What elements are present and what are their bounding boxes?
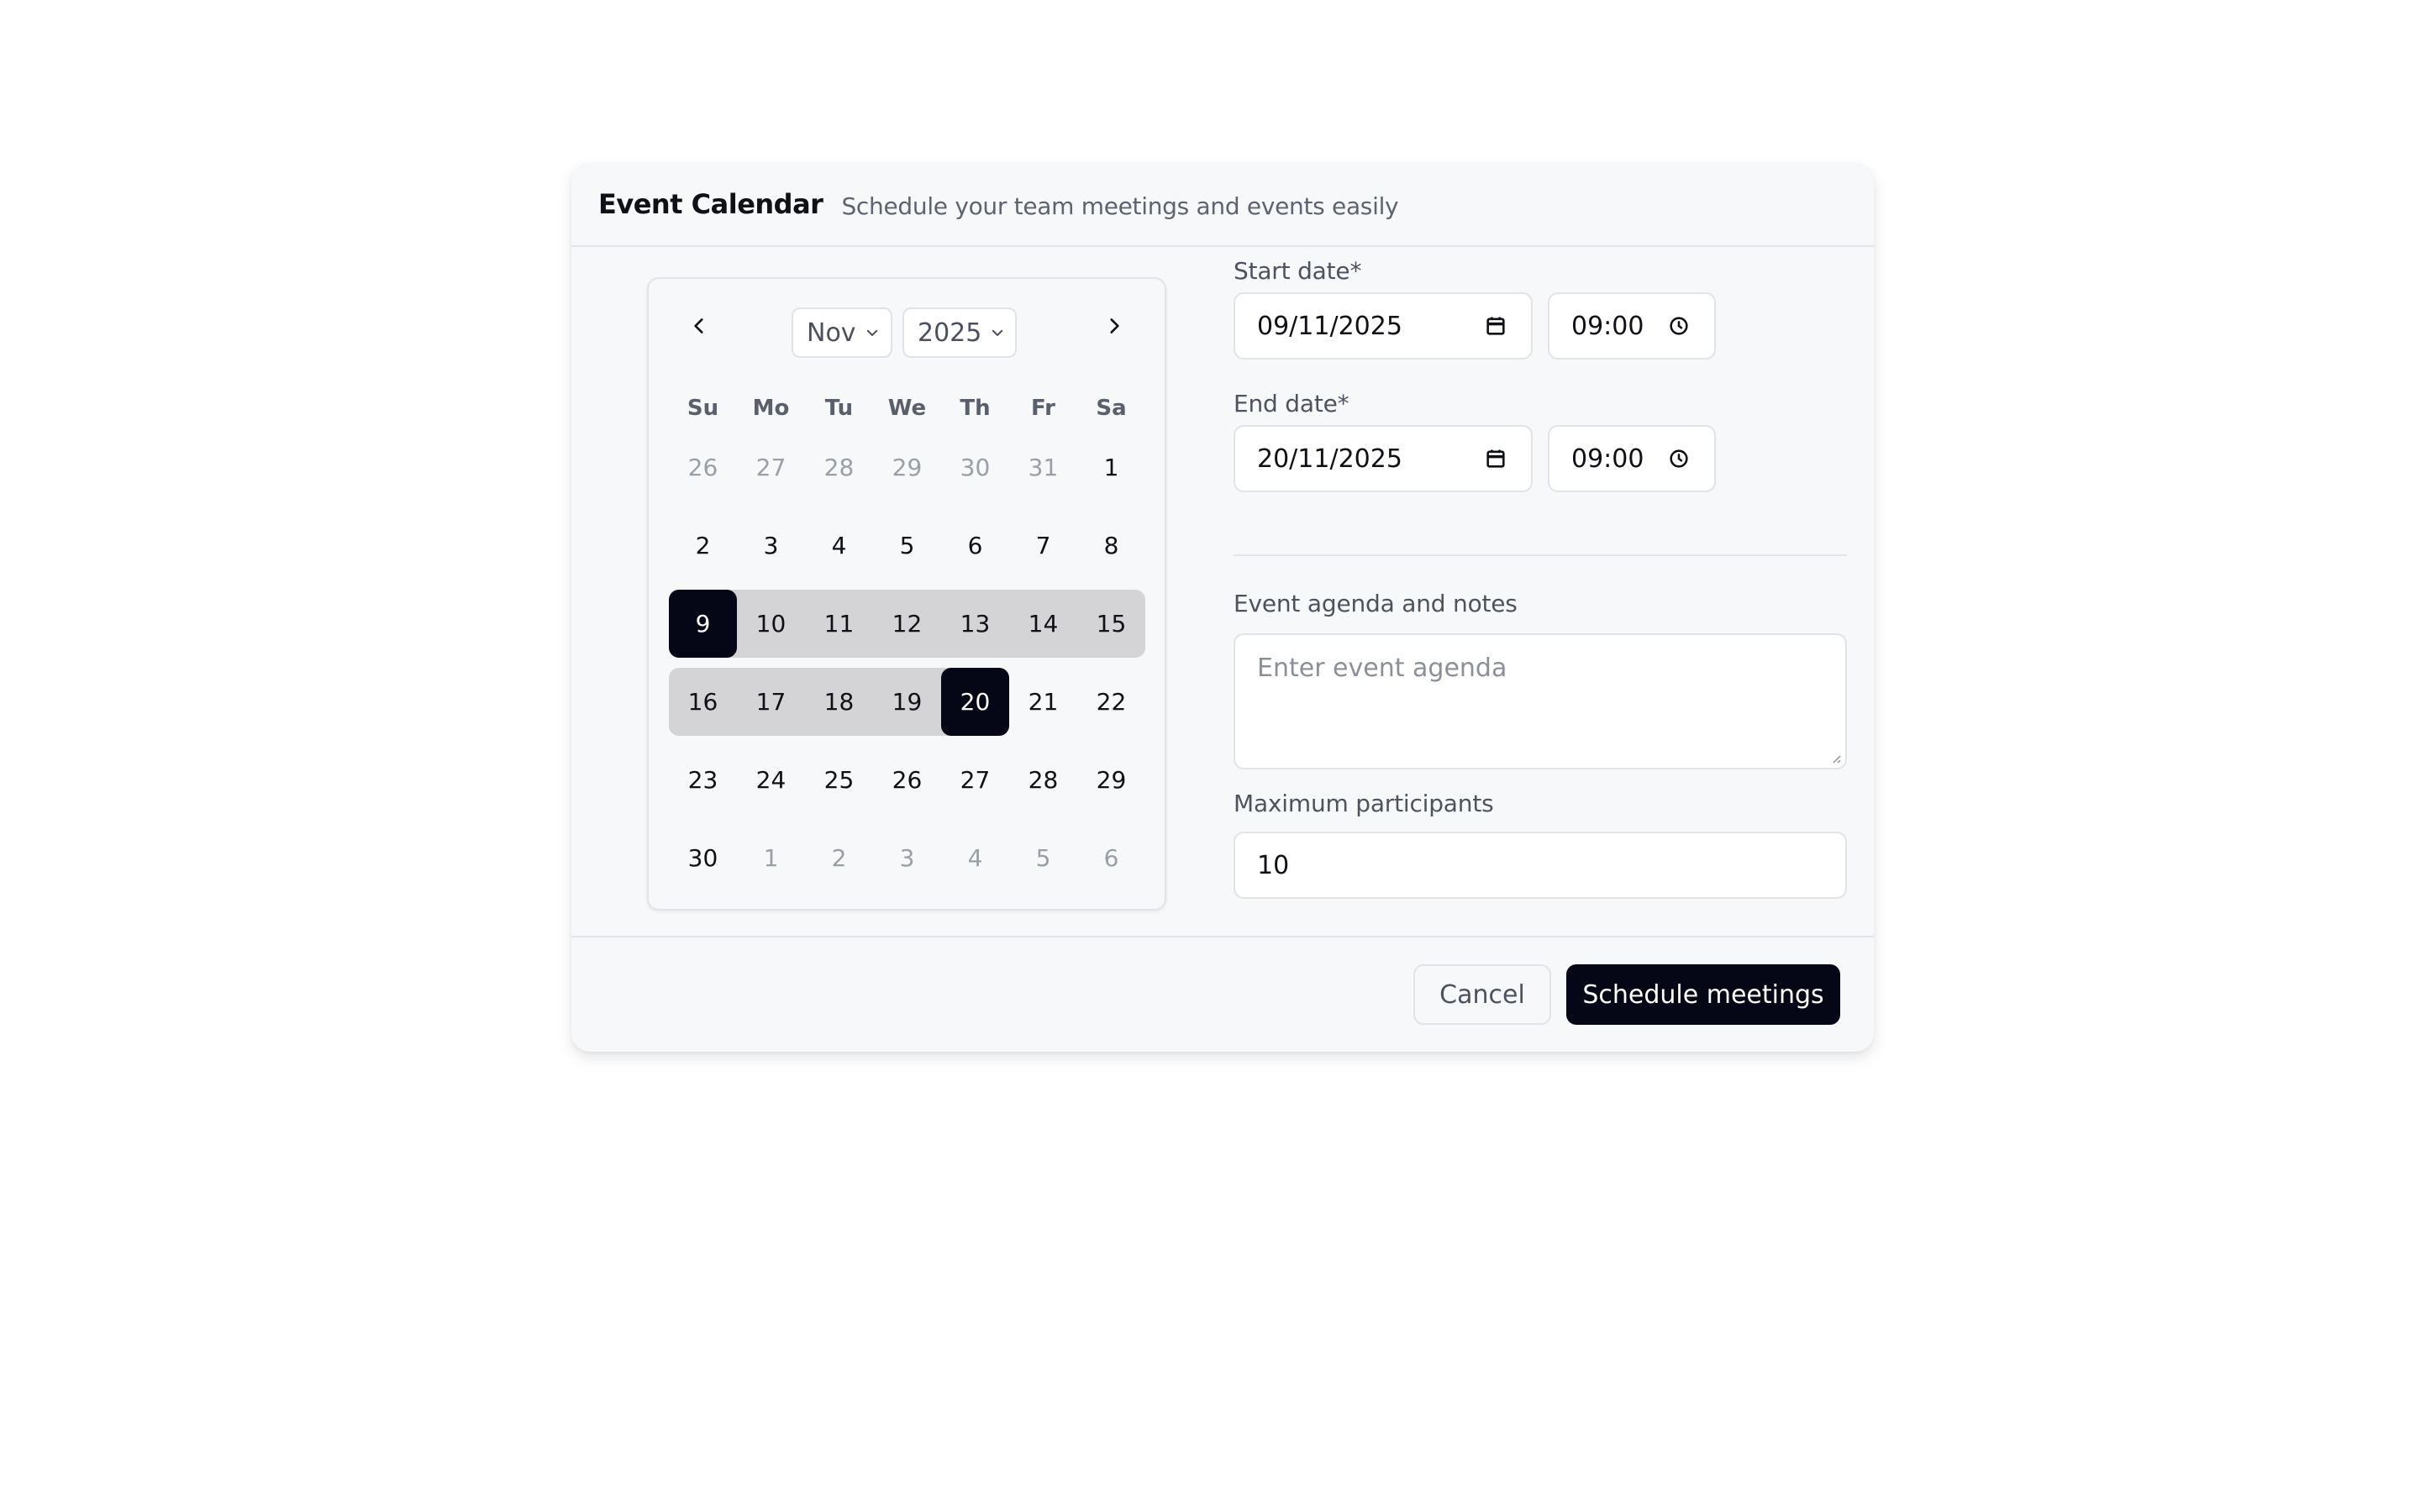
calendar-icon[interactable] <box>1484 314 1507 338</box>
calendar-day[interactable]: 30 <box>941 433 1009 501</box>
calendar-icon[interactable] <box>1484 447 1507 470</box>
calendar-day[interactable]: 23 <box>669 746 737 814</box>
previous-month-button[interactable] <box>677 304 721 348</box>
calendar-week-row: 2345678 <box>669 512 1145 580</box>
agenda-placeholder: Enter event agenda <box>1257 654 1507 683</box>
calendar-day[interactable]: 6 <box>1077 824 1145 892</box>
calendar-day[interactable]: 2 <box>669 512 737 580</box>
calendar-week-row: 9 10 11 12 13 14 15 <box>669 590 1145 658</box>
calendar-day[interactable]: 1 <box>1077 433 1145 501</box>
dialog-subtitle: Schedule your team meetings and events e… <box>841 192 1399 220</box>
participants-value: 10 <box>1257 850 1290 880</box>
agenda-label: Event agenda and notes <box>1234 590 1518 617</box>
cancel-button[interactable]: Cancel <box>1413 964 1551 1025</box>
calendar-day[interactable]: 6 <box>941 512 1009 580</box>
calendar-day-in-range[interactable]: 13 <box>941 590 1009 658</box>
calendar-day-in-range[interactable]: 11 <box>805 590 873 658</box>
end-date-input[interactable]: 20/11/2025 <box>1234 425 1533 492</box>
start-time-input[interactable]: 09:00 <box>1548 292 1716 360</box>
year-select[interactable]: 2025 <box>902 307 1017 358</box>
weekday-label: Tu <box>824 396 854 421</box>
calendar-day[interactable]: 24 <box>737 746 805 814</box>
calendar-day-in-range[interactable]: 12 <box>873 590 941 658</box>
agenda-textarea[interactable]: Enter event agenda <box>1234 633 1847 769</box>
calendar-day[interactable]: 1 <box>737 824 805 892</box>
month-select-value: Nov <box>807 318 856 348</box>
calendar-day[interactable]: 27 <box>737 433 805 501</box>
footer-divider <box>571 936 1874 937</box>
weekday-label: We <box>887 396 927 421</box>
form-divider <box>1234 554 1847 556</box>
calendar-day-in-range[interactable]: 14 <box>1009 590 1077 658</box>
end-time-input[interactable]: 09:00 <box>1548 425 1716 492</box>
calendar-day-in-range[interactable]: 18 <box>805 668 873 736</box>
calendar-week-row: 16 17 18 19 20 21 22 <box>669 668 1145 736</box>
calendar-day[interactable]: 26 <box>873 746 941 814</box>
calendar-day[interactable]: 22 <box>1077 668 1145 736</box>
calendar-day-in-range[interactable]: 15 <box>1077 590 1145 658</box>
calendar-day-selected[interactable]: 9 <box>669 590 737 658</box>
year-select-value: 2025 <box>918 318 982 348</box>
schedule-meetings-button[interactable]: Schedule meetings <box>1566 964 1840 1025</box>
calendar-week-row: 26 27 28 29 30 31 1 <box>669 433 1145 501</box>
end-time-value: 09:00 <box>1571 444 1644 474</box>
calendar-day[interactable]: 8 <box>1077 512 1145 580</box>
start-date-label: Start date* <box>1234 257 1362 285</box>
end-date-value: 20/11/2025 <box>1257 444 1402 474</box>
calendar-day[interactable]: 3 <box>873 824 941 892</box>
weekday-label: Sa <box>1096 396 1127 421</box>
start-date-value: 09/11/2025 <box>1257 311 1402 341</box>
participants-label: Maximum participants <box>1234 790 1494 817</box>
weekday-label: Mo <box>752 396 790 421</box>
calendar-day[interactable]: 7 <box>1009 512 1077 580</box>
calendar-days-grid: 26 27 28 29 30 31 1 2 3 4 5 6 7 8 9 10 11 12 13 14 15 16 17 18 1… <box>669 433 1145 902</box>
event-calendar-dialog: Event Calendar Schedule your team meetin… <box>571 163 1874 1052</box>
calendar-day-in-range[interactable]: 17 <box>737 668 805 736</box>
resize-handle-icon[interactable] <box>1828 751 1842 764</box>
month-select[interactable]: Nov <box>792 307 892 358</box>
calendar-day[interactable]: 29 <box>1077 746 1145 814</box>
calendar-week-row: 30 1 2 3 4 5 6 <box>669 824 1145 892</box>
chevron-right-icon <box>1110 318 1119 333</box>
dialog-title: Event Calendar <box>598 188 823 220</box>
start-time-value: 09:00 <box>1571 311 1644 341</box>
calendar-day[interactable]: 5 <box>1009 824 1077 892</box>
calendar-day[interactable]: 4 <box>805 512 873 580</box>
clock-icon[interactable] <box>1667 314 1691 338</box>
calendar-day[interactable]: 31 <box>1009 433 1077 501</box>
dialog-header: Event Calendar Schedule your team meetin… <box>571 163 1874 247</box>
calendar-day[interactable]: 21 <box>1009 668 1077 736</box>
calendar-day[interactable]: 4 <box>941 824 1009 892</box>
calendar-day[interactable]: 27 <box>941 746 1009 814</box>
calendar-week-row: 23 24 25 26 27 28 29 <box>669 746 1145 814</box>
weekday-header: Su Mo Tu We Th Fr Sa <box>669 391 1145 425</box>
calendar-day-in-range[interactable]: 10 <box>737 590 805 658</box>
calendar-day[interactable]: 2 <box>805 824 873 892</box>
date-range-calendar: Nov 2025 Su Mo Tu We Th Fr Sa 26 27 28 29 30 31 1 2 3 4… <box>647 277 1166 911</box>
calendar-day[interactable]: 28 <box>805 433 873 501</box>
weekday-label: Fr <box>1031 396 1055 421</box>
calendar-day[interactable]: 29 <box>873 433 941 501</box>
calendar-day[interactable]: 30 <box>669 824 737 892</box>
start-date-input[interactable]: 09/11/2025 <box>1234 292 1533 360</box>
calendar-day-in-range[interactable]: 19 <box>873 668 941 736</box>
calendar-day[interactable]: 5 <box>873 512 941 580</box>
chevron-left-icon <box>694 318 703 333</box>
weekday-label: Th <box>960 396 991 421</box>
clock-icon[interactable] <box>1667 447 1691 470</box>
weekday-label: Su <box>687 396 719 421</box>
calendar-day[interactable]: 26 <box>669 433 737 501</box>
chevron-down-icon <box>866 329 877 336</box>
calendar-day[interactable]: 28 <box>1009 746 1077 814</box>
next-month-button[interactable] <box>1092 304 1136 348</box>
participants-input[interactable]: 10 <box>1234 832 1847 899</box>
calendar-day[interactable]: 25 <box>805 746 873 814</box>
calendar-day-selected[interactable]: 20 <box>941 668 1009 736</box>
calendar-day-in-range[interactable]: 16 <box>669 668 737 736</box>
calendar-day[interactable]: 3 <box>737 512 805 580</box>
chevron-down-icon <box>992 329 1003 336</box>
end-date-label: End date* <box>1234 390 1349 417</box>
